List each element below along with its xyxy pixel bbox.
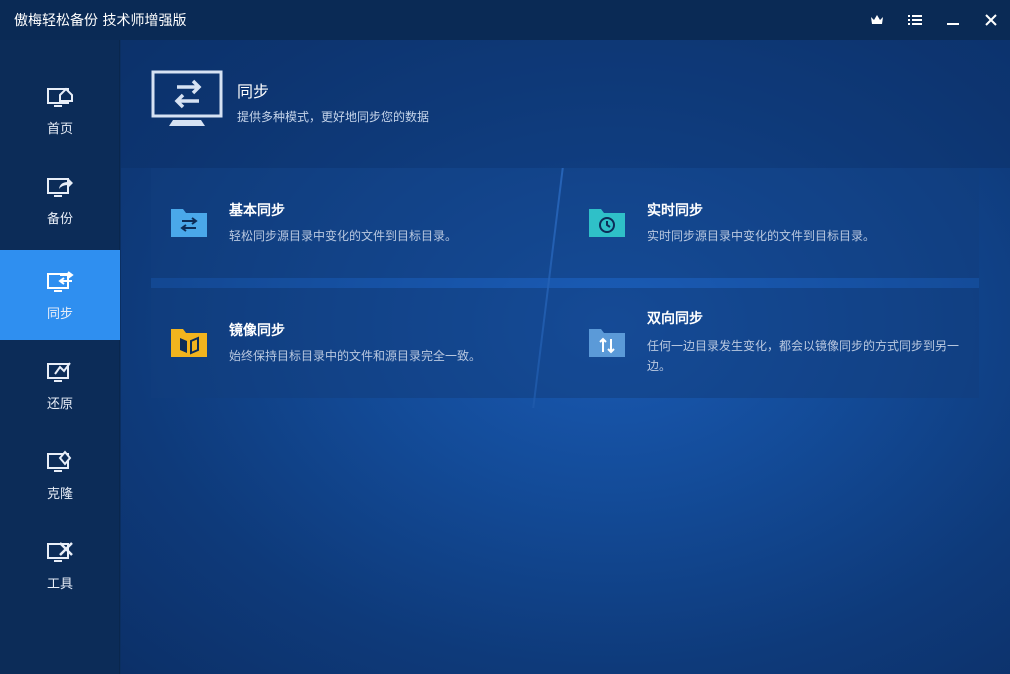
sidebar-item-home[interactable]: 首页 — [0, 65, 120, 155]
page-title: 同步 — [237, 82, 270, 101]
sidebar-item-label: 工具 — [46, 576, 73, 592]
window-title: 傲梅轻松备份 技术师增强版 — [14, 13, 187, 29]
main-content: 同步 提供多种模式，更好地同步您的数据 基本同步 轻松同步源目录中变化的文件到目… — [121, 40, 1010, 674]
sidebar-item-label: 克隆 — [46, 486, 73, 502]
basic-sync-folder-icon — [171, 209, 207, 237]
sidebar: 首页 备份 同步 还原 克隆 工具 — [0, 40, 120, 674]
close-icon[interactable] — [972, 0, 1010, 40]
card-description: 始终保持目标目录中的文件和源目录完全一致。 — [229, 349, 482, 363]
twoway-sync-card[interactable]: 双向同步 任何一边目录发生变化，都会以镜像同步的方式同步到另一边。 — [569, 288, 969, 398]
mirror-sync-card[interactable]: 镜像同步 始终保持目标目录中的文件和源目录完全一致。 — [151, 288, 551, 398]
restore-monitor-icon — [47, 361, 71, 382]
sidebar-item-clone[interactable]: 克隆 — [0, 430, 120, 520]
sidebar-item-backup[interactable]: 备份 — [0, 155, 120, 245]
realtime-sync-folder-icon — [589, 209, 625, 237]
mirror-sync-folder-icon — [171, 329, 207, 357]
sync-monitor-icon — [47, 270, 74, 292]
title-bar: 傲梅轻松备份 技术师增强版 — [0, 0, 1010, 40]
sidebar-item-restore[interactable]: 还原 — [0, 340, 120, 430]
sidebar-item-label: 还原 — [46, 396, 73, 412]
basic-sync-card[interactable]: 基本同步 轻松同步源目录中变化的文件到目标目录。 — [151, 168, 551, 278]
card-title: 实时同步 — [647, 203, 703, 219]
sidebar-item-tools[interactable]: 工具 — [0, 520, 120, 610]
realtime-sync-card[interactable]: 实时同步 实时同步源目录中变化的文件到目标目录。 — [569, 168, 969, 278]
card-description: 任何一边目录发生变化，都会以镜像同步的方式同步到另一边。 — [647, 339, 960, 373]
crown-icon[interactable] — [858, 0, 896, 40]
card-description: 轻松同步源目录中变化的文件到目标目录。 — [229, 229, 458, 243]
panel-separator — [151, 278, 979, 288]
home-monitor-icon — [47, 87, 73, 107]
tools-monitor-icon — [47, 541, 73, 562]
card-title: 基本同步 — [229, 203, 285, 219]
sidebar-item-label: 备份 — [46, 211, 73, 227]
page-subtitle: 提供多种模式，更好地同步您的数据 — [237, 110, 430, 124]
minimize-icon[interactable] — [934, 0, 972, 40]
sidebar-item-sync[interactable]: 同步 — [0, 250, 120, 340]
sync-monitor-icon — [151, 70, 223, 126]
window-controls — [858, 0, 1010, 40]
page-header: 同步 提供多种模式，更好地同步您的数据 — [121, 40, 1010, 168]
sidebar-item-label: 同步 — [46, 306, 73, 322]
backup-monitor-icon — [47, 177, 73, 197]
card-title: 双向同步 — [647, 311, 703, 327]
card-title: 镜像同步 — [229, 323, 285, 339]
menu-icon[interactable] — [896, 0, 934, 40]
sidebar-item-label: 首页 — [46, 121, 73, 137]
card-description: 实时同步源目录中变化的文件到目标目录。 — [647, 229, 876, 243]
clone-monitor-icon — [47, 449, 72, 472]
twoway-sync-folder-icon — [589, 329, 625, 357]
